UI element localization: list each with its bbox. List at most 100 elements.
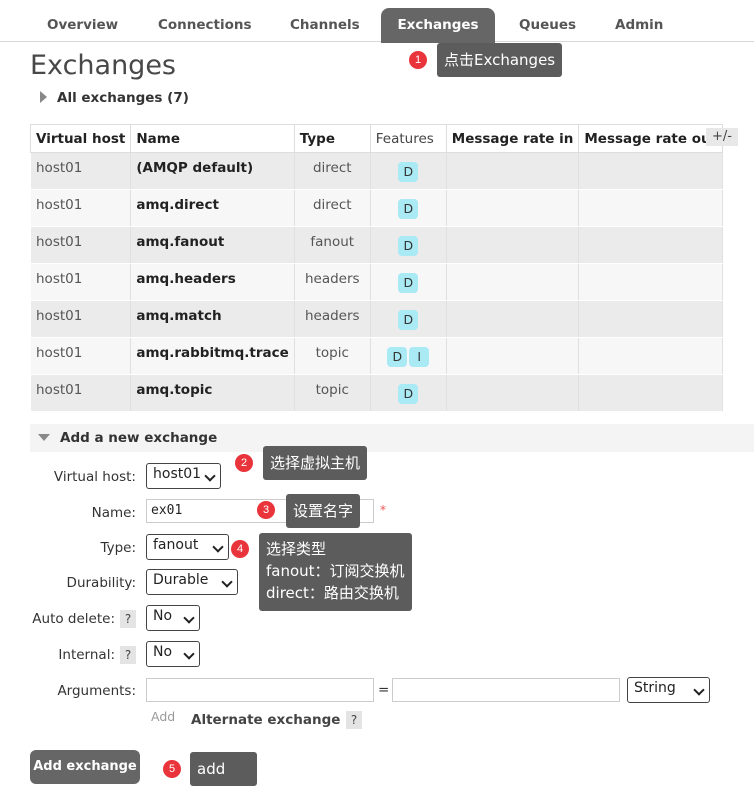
cell-exchange-name[interactable]: amq.rabbitmq.trace <box>130 337 295 375</box>
auto-delete-help-icon[interactable]: ? <box>120 610 136 628</box>
cell-type: direct <box>293 152 371 190</box>
feature-badge: D <box>398 199 419 219</box>
table-row: host01 amq.match headers D <box>29 300 724 338</box>
exchanges-table: Virtual host Name Type Features Message … <box>29 124 724 412</box>
cell-exchange-name[interactable]: amq.topic <box>130 374 295 412</box>
cell-exchange-name[interactable]: amq.fanout <box>130 226 295 264</box>
table-row: host01 amq.direct direct D <box>29 189 724 227</box>
virtual-host-label: Virtual host: <box>53 469 136 485</box>
internal-help-icon[interactable]: ? <box>120 646 136 664</box>
internal-value: No <box>153 644 173 660</box>
feature-badge: D <box>387 347 408 367</box>
alternate-exchange-help-icon[interactable]: ? <box>346 711 362 729</box>
cell-virtual-host[interactable]: host01 <box>29 300 132 338</box>
col-name[interactable]: Name <box>130 124 295 153</box>
annotation-1: 点击Exchanges <box>437 43 563 77</box>
cell-message-rate-out <box>578 226 724 264</box>
cell-message-rate-out <box>578 263 724 301</box>
durability-label: Durability: <box>66 575 136 591</box>
argument-type-select[interactable]: String <box>627 677 710 703</box>
type-label: Type: <box>100 540 136 556</box>
type-select[interactable]: fanout <box>146 534 229 560</box>
annotation-3-marker: 3 <box>257 501 275 519</box>
cell-features: D <box>369 189 447 227</box>
annotation-1-marker: 1 <box>409 51 427 69</box>
annotation-4-marker: 4 <box>231 540 249 558</box>
cell-message-rate-in <box>445 337 580 375</box>
chevron-down-icon <box>183 612 195 624</box>
cell-virtual-host[interactable]: host01 <box>29 152 132 190</box>
cell-features: DI <box>369 337 447 375</box>
collapsed-triangle-icon <box>40 91 47 103</box>
cell-virtual-host[interactable]: host01 <box>29 337 132 375</box>
tab-exchanges[interactable]: Exchanges <box>381 8 495 43</box>
annotation-5-marker: 5 <box>163 760 181 778</box>
tab-admin[interactable]: Admin <box>599 8 679 43</box>
alternate-exchange-link[interactable]: Alternate exchange <box>191 712 340 728</box>
cell-features: D <box>369 300 447 338</box>
auto-delete-select[interactable]: No <box>146 605 200 631</box>
name-label: Name: <box>91 505 136 521</box>
annotation-4: 选择类型 fanout：订阅交换机 direct：路由交换机 <box>259 533 412 611</box>
cell-message-rate-in <box>445 374 580 412</box>
cell-message-rate-in <box>445 152 580 190</box>
cell-exchange-name[interactable]: amq.direct <box>130 189 295 227</box>
page-title: Exchanges <box>30 50 176 81</box>
chevron-down-icon <box>212 541 224 553</box>
tab-connections[interactable]: Connections <box>142 8 268 43</box>
cell-virtual-host[interactable]: host01 <box>29 263 132 301</box>
argument-value-input[interactable] <box>392 678 620 702</box>
durability-select[interactable]: Durable <box>146 569 238 595</box>
feature-badge: D <box>398 384 419 404</box>
add-exchange-section-header: Add a new exchange <box>30 424 754 452</box>
annotation-2-marker: 2 <box>235 454 253 472</box>
col-message-rate-out[interactable]: Message rate out <box>578 124 724 153</box>
add-exchange-label: Add a new exchange <box>60 430 218 446</box>
virtual-host-select[interactable]: host01 <box>146 463 221 489</box>
type-value: fanout <box>153 537 199 553</box>
tab-channels[interactable]: Channels <box>274 8 376 43</box>
cell-exchange-name[interactable]: amq.match <box>130 300 295 338</box>
virtual-host-value: host01 <box>153 466 202 482</box>
table-row: host01 amq.rabbitmq.trace topic D I <box>29 337 724 375</box>
annotation-3: 设置名字 <box>286 494 361 528</box>
cell-message-rate-in <box>445 189 580 227</box>
cell-exchange-name[interactable]: (AMQP default) <box>130 152 295 190</box>
table-row: host01 amq.topic topic D <box>29 374 724 412</box>
table-row: host01 (AMQP default) direct D <box>29 152 724 190</box>
auto-delete-value: No <box>153 608 173 624</box>
add-argument-link[interactable]: Add <box>151 709 175 724</box>
col-virtual-host[interactable]: Virtual host <box>29 124 132 153</box>
toggle-columns-button[interactable]: +/- <box>706 128 738 146</box>
argument-key-input[interactable] <box>146 678 374 702</box>
cell-features: D <box>369 263 447 301</box>
cell-message-rate-out <box>578 374 724 412</box>
cell-virtual-host[interactable]: host01 <box>29 226 132 264</box>
durability-value: Durable <box>153 572 209 588</box>
tab-queues[interactable]: Queues <box>503 8 592 43</box>
table-row: host01 amq.fanout fanout D <box>29 226 724 264</box>
add-exchange-toggle[interactable]: Add a new exchange <box>38 430 217 446</box>
col-type[interactable]: Type <box>293 124 371 153</box>
cell-exchange-name[interactable]: amq.headers <box>130 263 295 301</box>
top-nav: Overview Connections Channels Exchanges … <box>0 0 754 43</box>
all-exchanges-toggle[interactable]: All exchanges (7) <box>40 90 189 106</box>
add-exchange-button[interactable]: Add exchange <box>30 750 140 784</box>
cell-virtual-host[interactable]: host01 <box>29 189 132 227</box>
internal-select[interactable]: No <box>146 641 200 667</box>
tab-overview[interactable]: Overview <box>31 8 134 43</box>
required-marker: * <box>380 503 386 517</box>
chevron-down-icon <box>693 684 705 696</box>
internal-label-wrap: Internal:? <box>30 646 136 664</box>
arguments-label: Arguments: <box>57 683 136 699</box>
cell-type: direct <box>293 189 371 227</box>
cell-features: D <box>369 152 447 190</box>
col-message-rate-in[interactable]: Message rate in <box>445 124 580 153</box>
expanded-triangle-icon <box>38 434 50 441</box>
table-header-row: Virtual host Name Type Features Message … <box>29 124 724 153</box>
cell-virtual-host[interactable]: host01 <box>29 374 132 412</box>
cell-message-rate-in <box>445 263 580 301</box>
chevron-down-icon <box>221 576 233 588</box>
cell-type: headers <box>293 263 371 301</box>
cell-type: headers <box>293 300 371 338</box>
